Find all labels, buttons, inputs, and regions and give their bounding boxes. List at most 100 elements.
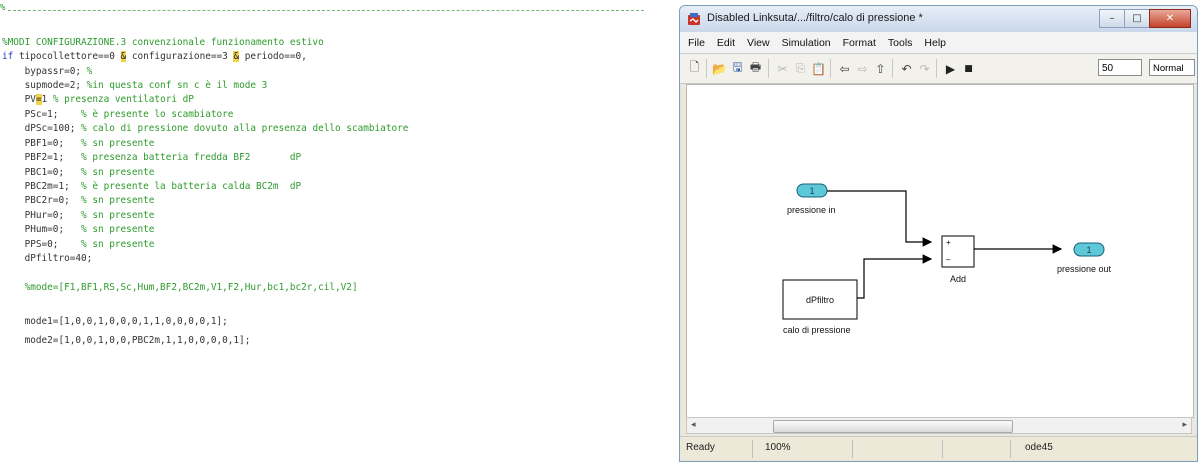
- new-model-icon[interactable]: 🗋: [686, 60, 703, 77]
- code-text: PHur=0;: [2, 210, 82, 221]
- cut-icon[interactable]: ✂: [774, 60, 791, 77]
- go-up-icon[interactable]: ⇧: [872, 60, 889, 77]
- scroll-left-icon[interactable]: ◂: [691, 420, 696, 430]
- signal-line-input[interactable]: [827, 190, 933, 247]
- code-text: mode1=[1,0,0,1,0,0,0,1,1,0,0,0,0,1];: [2, 316, 228, 327]
- code-text: bypassr=0;: [2, 66, 87, 77]
- status-ready: Ready: [686, 442, 715, 453]
- cell-separator-line: [8, 10, 644, 11]
- code-comment: % sn presente: [81, 195, 155, 206]
- status-separator: [1010, 440, 1011, 458]
- model-canvas[interactable]: 1 pressione in dPfiltro calo di pression…: [686, 84, 1194, 418]
- constant-value: dPfiltro: [806, 295, 834, 305]
- code-line[interactable]: %MODI CONFIGURAZIONE.3 convenzionale fun…: [2, 36, 324, 50]
- code-line[interactable]: PBC1=0; % sn presente: [2, 166, 155, 180]
- code-text: 1: [41, 94, 53, 105]
- horizontal-scrollbar[interactable]: ◂ ▸: [686, 417, 1192, 434]
- menu-format[interactable]: Format: [837, 37, 882, 49]
- code-line[interactable]: PSc=1; % è presente lo scambiatore: [2, 108, 234, 122]
- constant-label: calo di pressione: [783, 325, 851, 335]
- signal-line-constant[interactable]: [857, 254, 933, 299]
- code-text: periodo==0,: [239, 51, 307, 62]
- toolbar-separator: [706, 59, 707, 78]
- code-line[interactable]: dPfiltro=40;: [2, 252, 93, 266]
- code-comment: % sn presente: [81, 167, 155, 178]
- stop-simulation-icon[interactable]: ■: [960, 60, 977, 77]
- code-line[interactable]: PHur=0; % sn presente: [2, 209, 155, 223]
- code-line[interactable]: if tipocollettore==0 & configurazione==3…: [2, 50, 307, 64]
- copy-icon[interactable]: ⎘: [792, 60, 809, 77]
- add-sign-plus: +: [946, 238, 951, 247]
- toolbar-separator: [936, 59, 937, 78]
- simulink-app-icon: [688, 13, 700, 25]
- code-line[interactable]: PBC2r=0; % sn presente: [2, 194, 155, 208]
- code-editor[interactable]: % %MODI CONFIGURAZIONE.3 convenzionale f…: [0, 0, 664, 464]
- code-text: supmode=2;: [2, 80, 87, 91]
- menu-tools[interactable]: Tools: [882, 37, 919, 49]
- start-simulation-icon[interactable]: ▶: [942, 60, 959, 77]
- code-line[interactable]: %mode=[F1,BF1,RS,Sc,Hum,BF2,BC2m,V1,F2,H…: [2, 281, 358, 295]
- code-line[interactable]: PBF2=1; % presenza batteria fredda BF2 d…: [2, 151, 302, 165]
- code-comment: % sn presente: [81, 210, 155, 221]
- code-text: PV: [2, 94, 36, 105]
- code-text: PHum=0;: [2, 224, 82, 235]
- code-text: dPfiltro=40;: [2, 253, 93, 264]
- scrollbar-thumb[interactable]: [773, 420, 1013, 433]
- code-comment: % è presente lo scambiatore: [81, 109, 234, 120]
- open-folder-icon[interactable]: 📂: [711, 60, 728, 77]
- window-title: Disabled Linksuta/.../filtro/calo di pre…: [707, 12, 923, 24]
- code-line[interactable]: supmode=2; %in questa conf sn c è il mod…: [2, 79, 268, 93]
- code-text: PSc=1;: [2, 109, 82, 120]
- close-button[interactable]: ✕: [1149, 9, 1191, 28]
- menu-file[interactable]: File: [680, 37, 711, 49]
- toolbar-separator: [768, 59, 769, 78]
- code-text: PPS=0;: [2, 239, 82, 250]
- code-line[interactable]: bypassr=0; %: [2, 65, 93, 79]
- code-line[interactable]: mode2=[1,0,0,1,0,0,PBC2m,1,1,0,0,0,0,1];: [2, 334, 251, 348]
- scroll-right-icon[interactable]: ▸: [1182, 420, 1187, 430]
- code-comment: %: [86, 66, 93, 77]
- maximize-button[interactable]: □: [1124, 9, 1150, 28]
- code-text: PBC1=0;: [2, 167, 82, 178]
- code-text: PBF2=1;: [2, 152, 82, 163]
- code-line[interactable]: PPS=0; % sn presente: [2, 238, 155, 252]
- menu-simulation[interactable]: Simulation: [776, 37, 837, 49]
- outport-label: pressione out: [1057, 264, 1112, 274]
- code-line[interactable]: PBC2m=1; % è presente la batteria calda …: [2, 180, 302, 194]
- code-text: configurazione==3: [126, 51, 234, 62]
- status-separator: [852, 440, 853, 458]
- redo-icon[interactable]: ↷: [916, 60, 933, 77]
- stop-time-input[interactable]: 50: [1098, 59, 1142, 76]
- minimize-button[interactable]: –: [1099, 9, 1125, 28]
- title-bar[interactable]: Disabled Linksuta/.../filtro/calo di pre…: [680, 6, 1197, 33]
- print-icon[interactable]: 🖶: [747, 60, 764, 77]
- paste-icon[interactable]: 📋: [810, 60, 827, 77]
- toolbar-separator: [830, 59, 831, 78]
- code-line[interactable]: PHum=0; % sn presente: [2, 223, 155, 237]
- code-keyword: if: [2, 51, 14, 62]
- menu-edit[interactable]: Edit: [711, 37, 741, 49]
- code-line[interactable]: PBF1=0; % sn presente: [2, 137, 155, 151]
- cell-separator-percent: %: [0, 3, 6, 13]
- code-comment: % sn presente: [81, 239, 155, 250]
- simulink-window: Disabled Linksuta/.../filtro/calo di pre…: [679, 5, 1198, 462]
- save-icon[interactable]: 🖫: [729, 60, 746, 77]
- simulation-mode-select[interactable]: Normal: [1149, 59, 1195, 76]
- menu-help[interactable]: Help: [918, 37, 952, 49]
- add-sign-minus: –: [946, 255, 951, 264]
- go-back-icon[interactable]: ⇦: [836, 60, 853, 77]
- code-line[interactable]: mode1=[1,0,0,1,0,0,0,1,1,0,0,0,0,1];: [2, 315, 228, 329]
- undo-icon[interactable]: ↶: [898, 60, 915, 77]
- code-comment: % presenza ventilatori dP: [52, 94, 194, 105]
- code-comment: % sn presente: [81, 138, 155, 149]
- status-solver: ode45: [1025, 442, 1053, 453]
- go-forward-icon[interactable]: ⇨: [854, 60, 871, 77]
- code-comment: % è presente la batteria calda BC2m dP: [81, 181, 302, 192]
- code-text: PBF1=0;: [2, 138, 82, 149]
- code-text: mode2=[1,0,0,1,0,0,PBC2m,1,1,0,0,0,0,1];: [2, 335, 251, 346]
- menu-view[interactable]: View: [741, 37, 776, 49]
- code-line[interactable]: PV=1 % presenza ventilatori dP: [2, 93, 194, 107]
- outport-number: 1: [1086, 245, 1091, 255]
- code-line[interactable]: dPSc=100; % calo di pressione dovuto all…: [2, 122, 409, 136]
